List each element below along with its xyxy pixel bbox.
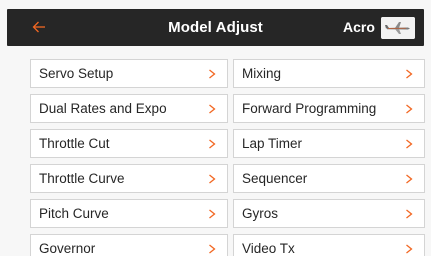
menu-item-mixing[interactable]: Mixing bbox=[233, 59, 425, 88]
menu-item-label: Gyros bbox=[242, 206, 279, 221]
menu-item-gyros[interactable]: Gyros bbox=[233, 199, 425, 228]
chevron-right-icon bbox=[406, 174, 413, 184]
chevron-right-icon bbox=[406, 209, 413, 219]
chevron-right-icon bbox=[209, 209, 216, 219]
chevron-right-icon bbox=[209, 244, 216, 254]
menu-item-forward-programming[interactable]: Forward Programming bbox=[233, 94, 425, 123]
menu-item-label: Governor bbox=[39, 241, 96, 256]
menu-row: Throttle Curve Sequencer bbox=[30, 164, 425, 193]
header-bar: Model Adjust Acro bbox=[7, 9, 424, 46]
chevron-right-icon bbox=[406, 139, 413, 149]
menu-item-sequencer[interactable]: Sequencer bbox=[233, 164, 425, 193]
airplane-thumbnail-icon bbox=[381, 17, 415, 39]
menu-item-throttle-cut[interactable]: Throttle Cut bbox=[30, 129, 228, 158]
menu-item-throttle-curve[interactable]: Throttle Curve bbox=[30, 164, 228, 193]
menu-item-label: Dual Rates and Expo bbox=[39, 101, 167, 116]
menu-item-label: Mixing bbox=[242, 66, 282, 81]
chevron-right-icon bbox=[406, 69, 413, 79]
back-button[interactable] bbox=[27, 14, 51, 40]
menu-row: Throttle Cut Lap Timer bbox=[30, 129, 425, 158]
model-adjust-screen: Model Adjust Acro Servo Setup Mixing Dua… bbox=[0, 0, 431, 256]
menu-item-label: Sequencer bbox=[242, 171, 308, 186]
chevron-right-icon bbox=[209, 104, 216, 114]
chevron-right-icon bbox=[209, 139, 216, 149]
menu-item-servo-setup[interactable]: Servo Setup bbox=[30, 59, 228, 88]
menu-item-video-tx[interactable]: Video Tx bbox=[233, 234, 425, 256]
menu-item-label: Throttle Cut bbox=[39, 136, 110, 151]
menu-row: Servo Setup Mixing bbox=[30, 59, 425, 88]
menu-item-label: Lap Timer bbox=[242, 136, 303, 151]
chevron-right-icon bbox=[209, 174, 216, 184]
menu-item-governor[interactable]: Governor bbox=[30, 234, 228, 256]
menu-row: Pitch Curve Gyros bbox=[30, 199, 425, 228]
back-arrow-icon bbox=[32, 21, 45, 33]
model-thumbnail[interactable] bbox=[381, 17, 415, 39]
chevron-right-icon bbox=[406, 244, 413, 254]
menu-item-label: Servo Setup bbox=[39, 66, 114, 81]
menu-row: Governor Video Tx bbox=[30, 234, 425, 256]
chevron-right-icon bbox=[209, 69, 216, 79]
menu-item-dual-rates-expo[interactable]: Dual Rates and Expo bbox=[30, 94, 228, 123]
menu-item-pitch-curve[interactable]: Pitch Curve bbox=[30, 199, 228, 228]
menu-row: Dual Rates and Expo Forward Programming bbox=[30, 94, 425, 123]
chevron-right-icon bbox=[406, 104, 413, 114]
menu-item-label: Throttle Curve bbox=[39, 171, 125, 186]
menu-item-lap-timer[interactable]: Lap Timer bbox=[233, 129, 425, 158]
menu-item-label: Forward Programming bbox=[242, 101, 377, 116]
menu-item-label: Pitch Curve bbox=[39, 206, 109, 221]
menu-item-label: Video Tx bbox=[242, 241, 295, 256]
model-type-label: Acro bbox=[343, 19, 375, 35]
